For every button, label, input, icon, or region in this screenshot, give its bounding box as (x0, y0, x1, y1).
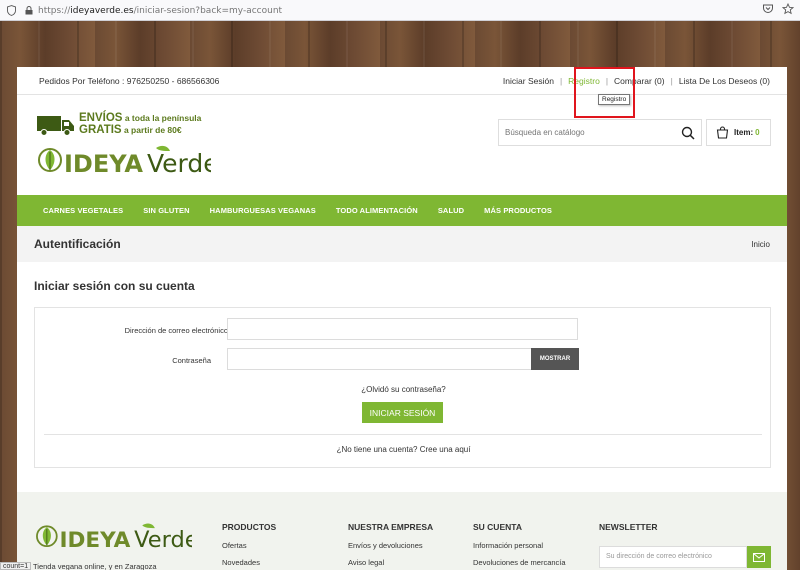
footer-logo[interactable]: IDEYA Verde (34, 520, 192, 556)
footer-heading: SU CUENTA (473, 522, 522, 532)
address-bar[interactable]: https://ideyaverde.es/iniciar-sesion?bac… (0, 1, 760, 20)
password-field[interactable] (227, 348, 532, 370)
footer-heading: NUESTRA EMPRESA (348, 522, 434, 532)
page-container: Pedidos Por Teléfono : 976250250 - 68656… (17, 67, 787, 570)
footer-column-company: NUESTRA EMPRESA Envíos y devoluciones Av… (348, 522, 433, 570)
search-input[interactable] (499, 120, 674, 145)
phone-text: Pedidos Por Teléfono : 976250250 - 68656… (39, 76, 220, 86)
login-link[interactable]: Iniciar Sesión (503, 76, 554, 86)
url-text[interactable]: https://ideyaverde.es/iniciar-sesion?bac… (38, 6, 282, 16)
shipping-banner: ENVÍOS a toda la península GRATIS a part… (37, 112, 201, 136)
footer-link[interactable]: Envíos y devoluciones (348, 541, 433, 550)
footer-link[interactable]: Devoluciones de mercancía (473, 558, 566, 567)
shopping-bag-icon (716, 126, 729, 139)
footer-tagline: Tienda vegana online, y en Zaragoza (33, 562, 157, 570)
footer-link[interactable]: Novedades (222, 558, 276, 567)
newsletter-email-input[interactable]: Su dirección de correo electrónico (599, 546, 747, 568)
footer-heading: PRODUCTOS (222, 522, 277, 532)
show-password-button[interactable]: MOSTRAR (531, 348, 579, 370)
shield-icon[interactable] (7, 5, 16, 16)
nav-item-hamburguesas-veganas[interactable]: HAMBURGUESAS VEGANAS (210, 206, 316, 215)
main-nav: CARNES VEGETALES SIN GLUTEN HAMBURGUESAS… (17, 195, 787, 226)
login-form: Dirección de correo electrónico Contrase… (34, 307, 771, 468)
envelope-icon (753, 552, 765, 562)
svg-text:IDEYA: IDEYA (59, 528, 130, 553)
register-tooltip: Registro (598, 94, 631, 105)
search-icon[interactable] (681, 126, 695, 140)
svg-text:Verde: Verde (147, 149, 211, 178)
login-submit-button[interactable]: INICIAR SESIÓN (362, 402, 443, 423)
truck-icon (37, 116, 74, 136)
nav-item-todo-alimentacion[interactable]: TODO ALIMENTACIÓN (336, 206, 418, 215)
login-heading: Iniciar sesión con su cuenta (34, 279, 195, 293)
nav-item-salud[interactable]: SALUD (438, 206, 464, 215)
divider (44, 434, 762, 435)
footer-link[interactable]: Aviso legal (348, 558, 433, 567)
create-account-link[interactable]: ¿No tiene una cuenta? Cree una aquí (35, 445, 772, 454)
footer-column-newsletter: NEWSLETTER (599, 522, 658, 541)
cart-button[interactable]: Item: 0 (706, 119, 771, 146)
footer: IDEYA Verde Tienda vegana online, y en Z… (17, 492, 787, 570)
shipping-text: ENVÍOS a toda la península GRATIS a part… (79, 112, 202, 136)
page-title: Autentificación (34, 237, 121, 251)
separator: | (670, 76, 673, 86)
svg-text:IDEYA: IDEYA (64, 150, 143, 178)
account-links: Iniciar Sesión | Registro | Comparar (0)… (503, 76, 770, 86)
password-label: Contraseña (172, 356, 211, 365)
email-label: Dirección de correo electrónico (124, 326, 228, 335)
search-box (498, 119, 702, 146)
site-logo[interactable]: IDEYA Verde (36, 142, 211, 182)
nav-item-carnes-vegetales[interactable]: CARNES VEGETALES (43, 206, 123, 215)
footer-link[interactable]: Ofertas (222, 541, 276, 550)
cart-label: Item: (734, 128, 754, 137)
nav-item-mas-productos[interactable]: MÁS PRODUCTOS (484, 206, 552, 215)
footer-column-account: SU CUENTA Información personal Devolucio… (473, 522, 566, 570)
breadcrumb-home-link[interactable]: Inicio (751, 240, 770, 249)
forgot-password-link[interactable]: ¿Olvidó su contraseña? (35, 385, 772, 394)
footer-column-products: PRODUCTOS Ofertas Novedades (222, 522, 276, 570)
bookmark-star-icon[interactable] (782, 3, 794, 15)
footer-link[interactable]: Información personal (473, 541, 566, 550)
cart-count: 0 (755, 128, 760, 137)
svg-text:Verde: Verde (134, 527, 192, 553)
wishlist-link[interactable]: Lista De Los Deseos (0) (679, 76, 770, 86)
status-bar: count=1 (0, 562, 32, 570)
newsletter-submit-button[interactable] (747, 546, 771, 568)
nav-item-sin-gluten[interactable]: SIN GLUTEN (143, 206, 189, 215)
breadcrumb: Autentificación Inicio (17, 226, 787, 262)
highlight-box (574, 67, 635, 118)
email-field[interactable] (227, 318, 578, 340)
footer-heading: NEWSLETTER (599, 522, 658, 532)
pocket-icon[interactable] (762, 3, 774, 15)
top-bar: Pedidos Por Teléfono : 976250250 - 68656… (17, 67, 787, 95)
lock-icon[interactable] (25, 6, 33, 15)
separator: | (559, 76, 563, 86)
browser-toolbar: https://ideyaverde.es/iniciar-sesion?bac… (0, 0, 800, 21)
